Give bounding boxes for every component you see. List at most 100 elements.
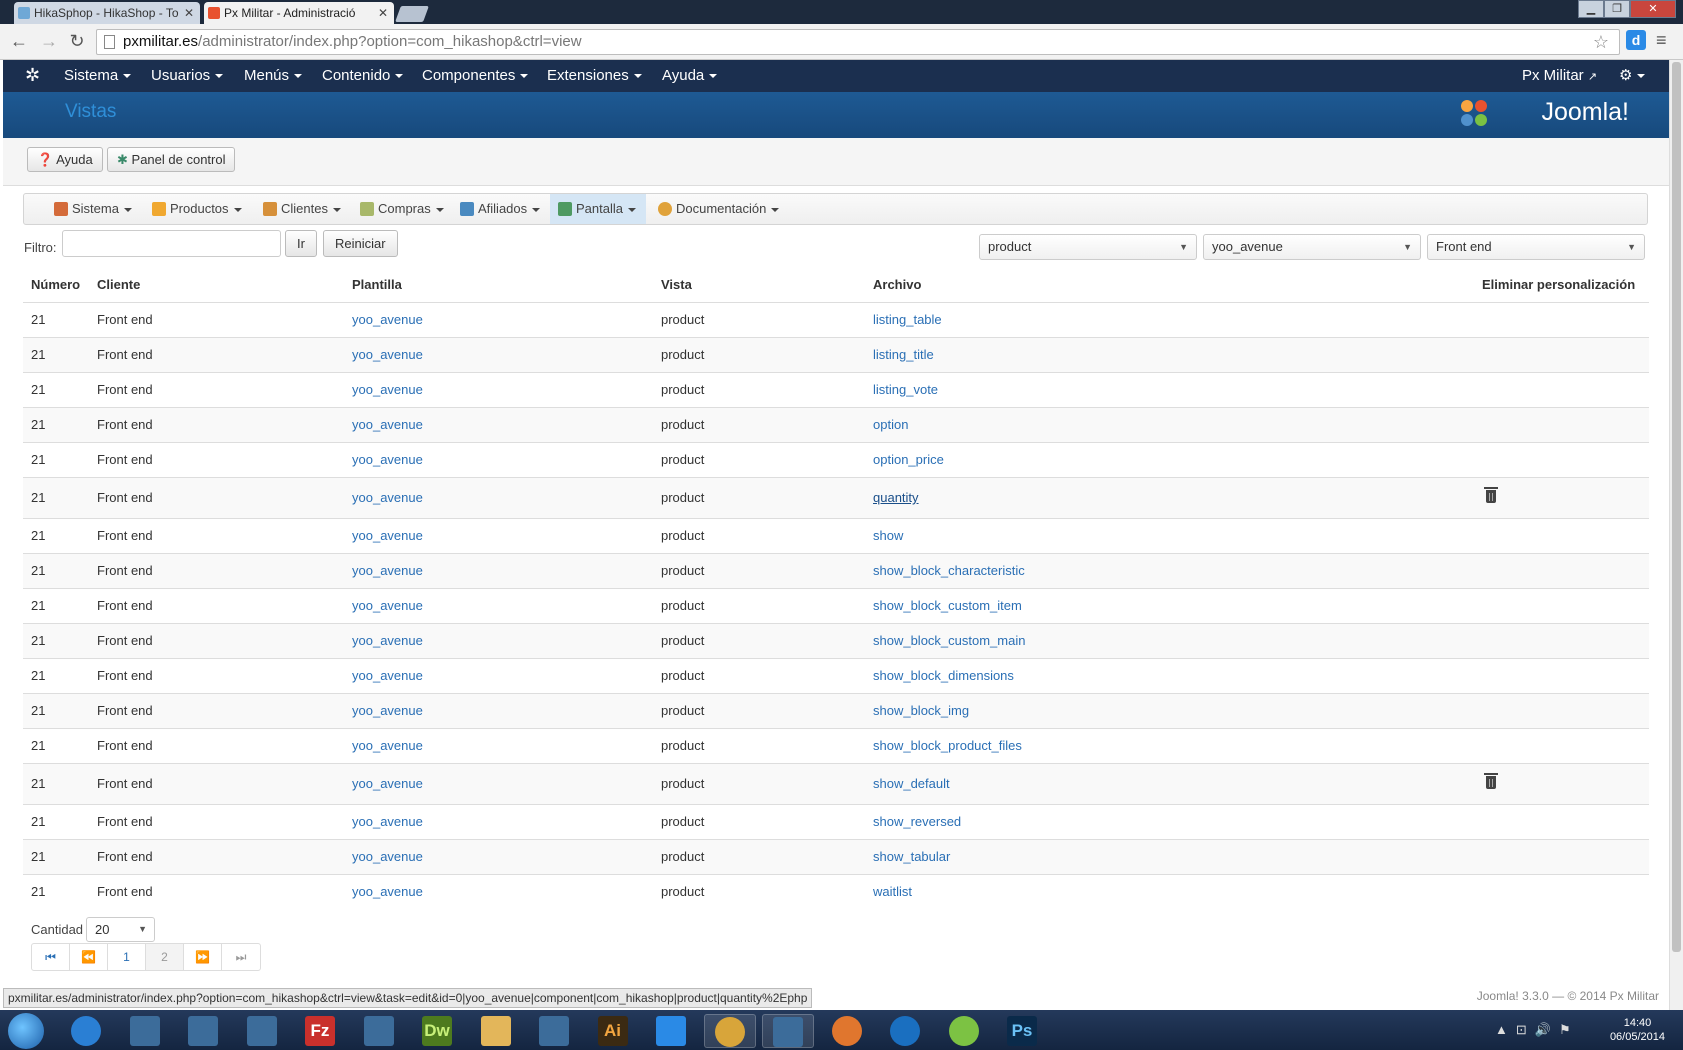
row-file-link[interactable]: show_block_characteristic bbox=[873, 563, 1025, 578]
browser-menu-icon[interactable]: ≡ bbox=[1656, 30, 1667, 51]
submenu-pantalla[interactable]: Pantalla bbox=[550, 194, 646, 224]
trash-icon[interactable] bbox=[1484, 772, 1498, 789]
first-page-icon[interactable]: ⏮ bbox=[32, 944, 70, 970]
submenu-sistema[interactable]: Sistema bbox=[54, 194, 132, 224]
page-1[interactable]: 1 bbox=[108, 944, 146, 970]
bookmark-star-icon[interactable]: ☆ bbox=[1593, 30, 1609, 54]
row-file-link[interactable]: show bbox=[873, 528, 903, 543]
minimize-window-icon[interactable]: ▁ bbox=[1578, 0, 1604, 18]
menu-ayuda[interactable]: Ayuda bbox=[662, 60, 718, 92]
taskbar-photoshop-icon[interactable]: Ps bbox=[996, 1014, 1048, 1048]
taskbar-spotify-icon[interactable] bbox=[938, 1014, 990, 1048]
row-template-link[interactable]: yoo_avenue bbox=[352, 703, 423, 718]
row-file-link[interactable]: show_block_product_files bbox=[873, 738, 1022, 753]
row-file-link[interactable]: option bbox=[873, 417, 908, 432]
close-tab-icon[interactable]: ✕ bbox=[378, 2, 388, 24]
row-template-link[interactable]: yoo_avenue bbox=[352, 528, 423, 543]
row-file-link[interactable]: show_default bbox=[873, 776, 950, 791]
submenu-productos[interactable]: Productos bbox=[152, 194, 242, 224]
row-file-link[interactable]: listing_title bbox=[873, 347, 934, 362]
system-clock[interactable]: 14:40 06/05/2014 bbox=[1610, 1016, 1665, 1044]
row-file-link[interactable]: waitlist bbox=[873, 884, 912, 899]
new-tab-button[interactable] bbox=[395, 6, 429, 22]
column-header-plantilla[interactable]: Plantilla bbox=[344, 268, 653, 303]
row-file-link[interactable]: show_reversed bbox=[873, 814, 961, 829]
menu-extensiones[interactable]: Extensiones bbox=[547, 60, 642, 92]
next-page-icon[interactable]: ⏩ bbox=[184, 944, 222, 970]
close-window-icon[interactable]: ✕ bbox=[1630, 0, 1676, 18]
control-panel-button[interactable]: ✱ Panel de control bbox=[107, 147, 236, 172]
row-template-link[interactable]: yoo_avenue bbox=[352, 312, 423, 327]
row-template-link[interactable]: yoo_avenue bbox=[352, 382, 423, 397]
taskbar-internet-explorer-icon[interactable] bbox=[60, 1014, 112, 1048]
taskbar-app-icon[interactable] bbox=[236, 1014, 288, 1048]
taskbar-app-icon[interactable] bbox=[119, 1014, 171, 1048]
row-template-link[interactable]: yoo_avenue bbox=[352, 738, 423, 753]
row-template-link[interactable]: yoo_avenue bbox=[352, 417, 423, 432]
windows-start-icon[interactable] bbox=[8, 1013, 44, 1049]
row-file-link[interactable]: listing_vote bbox=[873, 382, 938, 397]
row-file-link[interactable]: show_block_img bbox=[873, 703, 969, 718]
template-select[interactable]: yoo_avenue ▼ bbox=[1203, 234, 1421, 260]
reload-icon[interactable]: ↻ bbox=[66, 30, 88, 52]
menu-menus[interactable]: Menús bbox=[244, 60, 303, 92]
row-template-link[interactable]: yoo_avenue bbox=[352, 598, 423, 613]
row-file-link[interactable]: show_block_custom_main bbox=[873, 633, 1025, 648]
menu-usuarios[interactable]: Usuarios bbox=[151, 60, 224, 92]
row-template-link[interactable]: yoo_avenue bbox=[352, 668, 423, 683]
taskbar-folder-icon[interactable] bbox=[470, 1014, 522, 1048]
back-icon[interactable]: ← bbox=[8, 30, 30, 52]
submenu-afiliados[interactable]: Afiliados bbox=[460, 194, 541, 224]
row-file-link[interactable]: listing_table bbox=[873, 312, 942, 327]
column-header-numero[interactable]: Número bbox=[23, 268, 89, 303]
extension-icon[interactable]: d bbox=[1626, 30, 1646, 50]
taskbar-app-icon[interactable] bbox=[762, 1014, 814, 1048]
menu-componentes[interactable]: Componentes bbox=[422, 60, 529, 92]
taskbar-chrome-icon[interactable] bbox=[703, 1014, 756, 1048]
row-template-link[interactable]: yoo_avenue bbox=[352, 633, 423, 648]
taskbar-illustrator-icon[interactable]: Ai bbox=[587, 1014, 639, 1048]
row-template-link[interactable]: yoo_avenue bbox=[352, 776, 423, 791]
row-file-link[interactable]: show_tabular bbox=[873, 849, 950, 864]
go-button[interactable]: Ir bbox=[285, 230, 317, 257]
scrollbar-thumb[interactable] bbox=[1672, 62, 1681, 952]
browser-tab-admin[interactable]: Px Militar - Administració ✕ bbox=[204, 2, 394, 24]
menu-sistema[interactable]: Sistema bbox=[64, 60, 132, 92]
page-scrollbar[interactable] bbox=[1669, 60, 1683, 1010]
taskbar-firefox-icon[interactable] bbox=[821, 1014, 873, 1048]
reset-button[interactable]: Reiniciar bbox=[323, 230, 398, 257]
last-page-icon[interactable]: ⏭ bbox=[222, 944, 260, 970]
filter-input[interactable] bbox=[62, 230, 281, 257]
help-button[interactable]: ❓ Ayuda bbox=[27, 147, 103, 172]
row-template-link[interactable]: yoo_avenue bbox=[352, 452, 423, 467]
page-2[interactable]: 2 bbox=[146, 944, 184, 970]
client-select[interactable]: Front end ▼ bbox=[1427, 234, 1645, 260]
menu-contenido[interactable]: Contenido bbox=[322, 60, 404, 92]
row-template-link[interactable]: yoo_avenue bbox=[352, 814, 423, 829]
row-file-link[interactable]: option_price bbox=[873, 452, 944, 467]
submenu-clientes[interactable]: Clientes bbox=[263, 194, 341, 224]
taskbar-filezilla-icon[interactable]: Fz bbox=[294, 1014, 346, 1048]
user-settings-menu[interactable]: ⚙ bbox=[1619, 60, 1646, 92]
taskbar-app-icon[interactable] bbox=[528, 1014, 580, 1048]
row-file-link[interactable]: quantity bbox=[873, 490, 919, 505]
taskbar-dropbox-icon[interactable] bbox=[645, 1014, 697, 1048]
forward-icon[interactable]: → bbox=[38, 30, 60, 52]
taskbar-app-icon[interactable] bbox=[353, 1014, 405, 1048]
row-template-link[interactable]: yoo_avenue bbox=[352, 347, 423, 362]
taskbar-dreamweaver-icon[interactable]: Dw bbox=[411, 1014, 463, 1048]
taskbar-teamviewer-icon[interactable] bbox=[879, 1014, 931, 1048]
quantity-select[interactable]: 20 ▼ bbox=[86, 917, 155, 942]
taskbar-app-icon[interactable] bbox=[177, 1014, 229, 1048]
site-link[interactable]: Px Militar ↗ bbox=[1522, 60, 1597, 92]
close-tab-icon[interactable]: ✕ bbox=[184, 2, 194, 24]
row-template-link[interactable]: yoo_avenue bbox=[352, 849, 423, 864]
address-bar[interactable]: pxmilitar.es/administrator/index.php?opt… bbox=[96, 29, 1620, 55]
previous-page-icon[interactable]: ⏪ bbox=[70, 944, 108, 970]
submenu-compras[interactable]: Compras bbox=[360, 194, 444, 224]
column-header-archivo[interactable]: Archivo bbox=[865, 268, 1474, 303]
row-template-link[interactable]: yoo_avenue bbox=[352, 563, 423, 578]
trash-icon[interactable] bbox=[1484, 486, 1498, 503]
view-select[interactable]: product ▼ bbox=[979, 234, 1197, 260]
browser-tab-hikashop[interactable]: HikaSphop - HikaShop - To ✕ bbox=[14, 2, 200, 24]
